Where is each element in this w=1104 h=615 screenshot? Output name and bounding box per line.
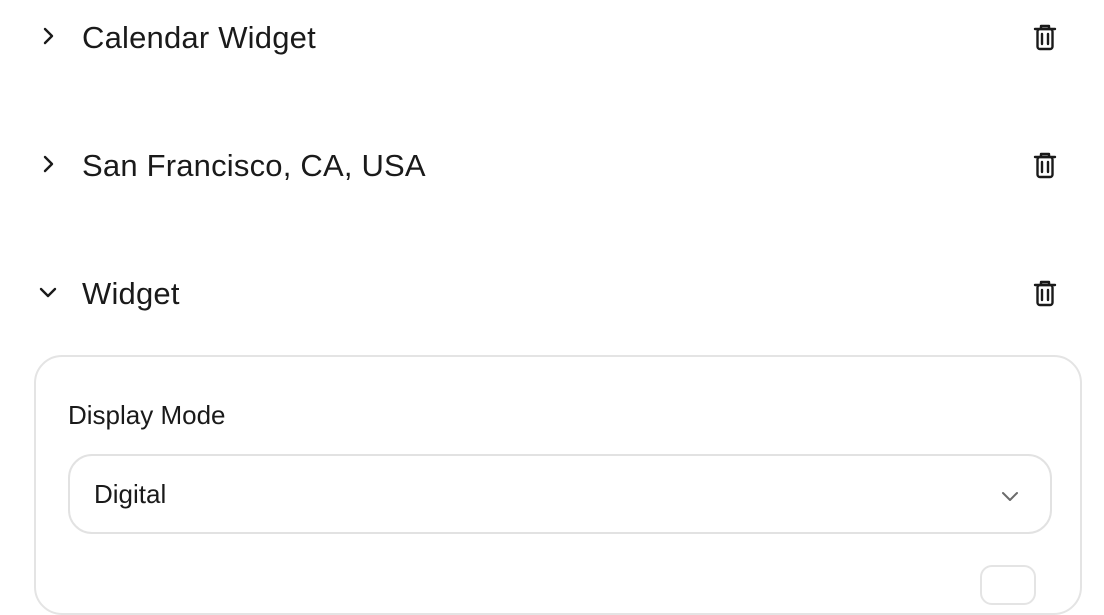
list-item-widget[interactable]: Widget (0, 260, 1104, 324)
chevron-right-icon[interactable] (36, 24, 60, 48)
list-item-label: San Francisco, CA, USA (82, 148, 426, 183)
list-item-calendar-widget[interactable]: Calendar Widget (0, 4, 1104, 68)
widget-settings-panel: Display Mode Digital (34, 355, 1082, 615)
display-mode-label: Display Mode (68, 400, 226, 430)
list-item-label: Widget (82, 276, 180, 311)
trash-icon[interactable] (1029, 149, 1061, 181)
list-item-label: Calendar Widget (82, 20, 316, 55)
trash-icon[interactable] (1029, 21, 1061, 53)
chevron-down-icon[interactable] (36, 280, 60, 304)
display-mode-value: Digital (94, 479, 167, 509)
list-item-san-francisco[interactable]: San Francisco, CA, USA (0, 132, 1104, 196)
chevron-down-icon (998, 484, 1022, 508)
trash-icon[interactable] (1029, 277, 1061, 309)
chevron-right-icon[interactable] (36, 152, 60, 176)
display-mode-select[interactable]: Digital (68, 454, 1052, 534)
next-control[interactable] (980, 565, 1036, 605)
